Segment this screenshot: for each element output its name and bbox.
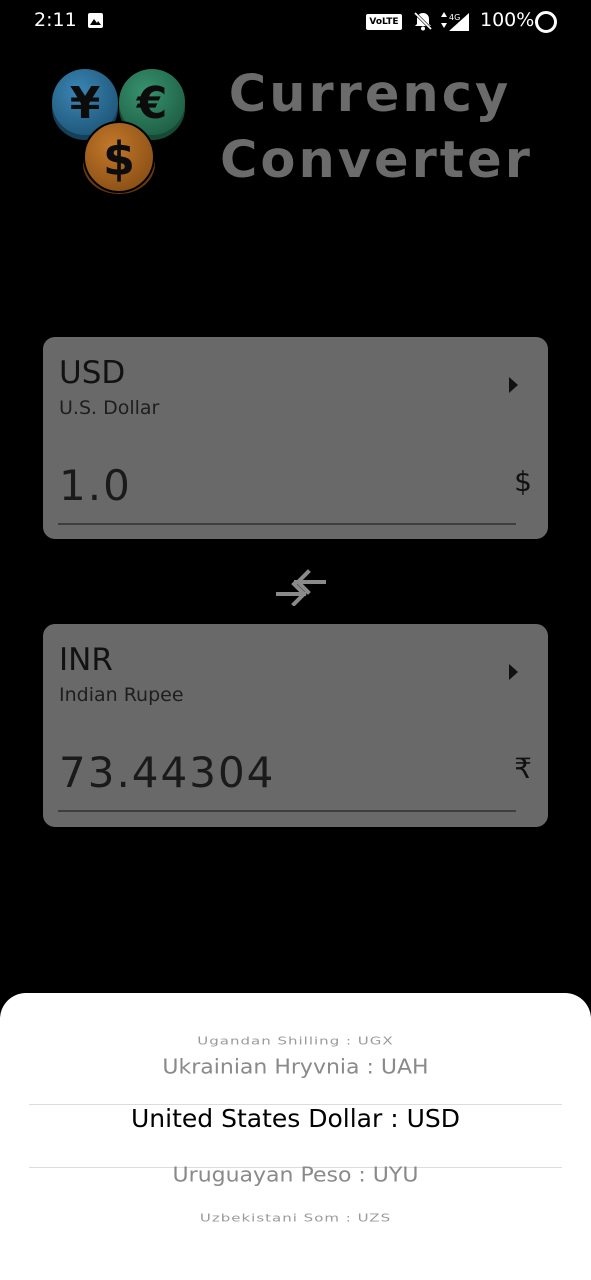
- to-currency-name: Indian Rupee: [59, 684, 184, 706]
- svg-text:¥: ¥: [70, 78, 101, 129]
- from-currency-symbol: $: [514, 465, 532, 498]
- gallery-notification-icon: [88, 13, 103, 28]
- notifications-muted-icon: [413, 11, 433, 31]
- to-currency-select-arrow-icon[interactable]: [509, 664, 518, 680]
- battery-icon: [535, 11, 557, 33]
- from-amount-underline: [58, 523, 516, 525]
- battery-percent: 100%: [480, 9, 535, 31]
- volte-badge: VoLTE: [366, 14, 402, 30]
- app-title: Currency Converter: [220, 62, 533, 194]
- to-amount-input[interactable]: [59, 742, 489, 802]
- from-currency-select-arrow-icon[interactable]: [509, 377, 518, 393]
- status-time: 2:11: [34, 9, 77, 31]
- currency-logo-icon: ¥ € $: [52, 69, 185, 194]
- to-currency-code[interactable]: INR: [59, 642, 113, 678]
- picker-item[interactable]: Uzbekistani Som : UZS: [0, 1212, 591, 1225]
- app-title-line1: Currency: [228, 65, 512, 124]
- picker-item[interactable]: Ugandan Shilling : UGX: [0, 1035, 591, 1048]
- picker-item[interactable]: Uruguayan Peso : UYU: [0, 1164, 591, 1187]
- to-currency-symbol: ₹: [514, 752, 532, 785]
- from-currency-code[interactable]: USD: [59, 355, 125, 391]
- svg-text:€: €: [136, 78, 168, 129]
- picker-item-selected[interactable]: United States Dollar : USD: [0, 1104, 591, 1133]
- from-currency-name: U.S. Dollar: [59, 397, 160, 419]
- app-screen: 2:11 VoLTE 4G 100% ¥ € $ Currency Conver…: [0, 0, 591, 1280]
- status-bar: 2:11 VoLTE 4G 100%: [0, 0, 591, 44]
- swap-currencies-icon[interactable]: [274, 568, 328, 606]
- from-amount-input[interactable]: [59, 455, 489, 515]
- cell-signal-icon: 4G: [449, 13, 469, 31]
- picker-item[interactable]: Ukrainian Hryvnia : UAH: [0, 1056, 591, 1079]
- app-title-line2: Converter: [220, 131, 533, 190]
- to-currency-card: INR Indian Rupee ₹: [43, 624, 548, 827]
- from-currency-card: USD U.S. Dollar $: [43, 337, 548, 539]
- svg-text:$: $: [103, 132, 135, 186]
- to-amount-underline: [58, 810, 516, 812]
- network-type-label: 4G: [449, 13, 460, 22]
